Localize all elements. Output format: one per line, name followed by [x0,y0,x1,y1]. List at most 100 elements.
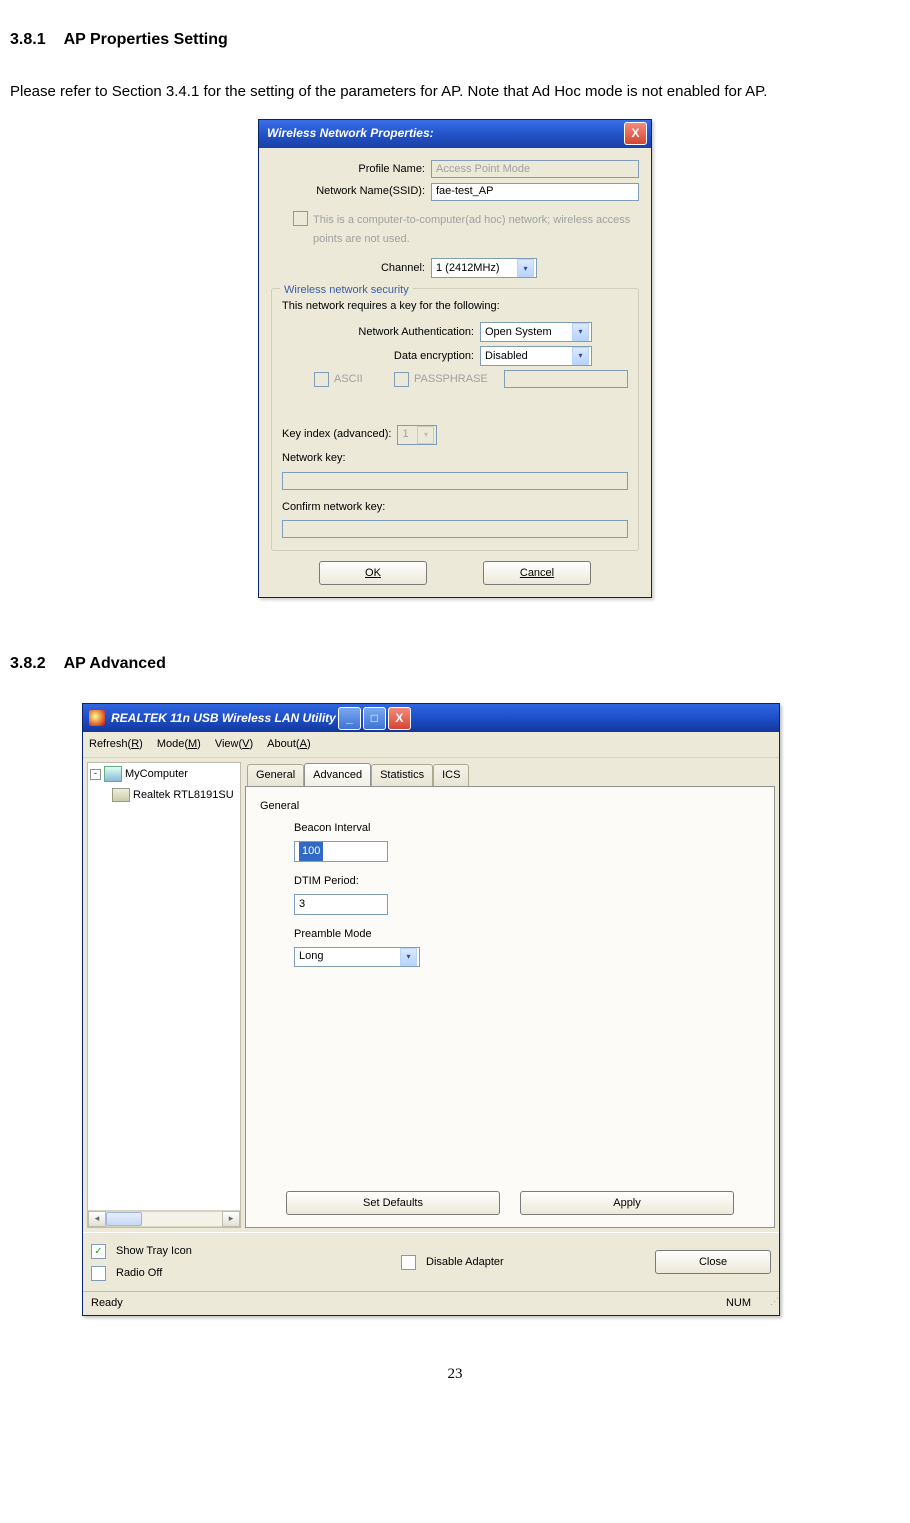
scroll-thumb[interactable] [106,1212,142,1226]
dialog-title: Wireless Network Properties: [267,123,434,143]
enc-select[interactable]: Disabled ▾ [480,346,592,366]
ssid-input[interactable]: fae-test_AP [431,183,639,201]
adhoc-checkbox [293,211,308,226]
tab-body-advanced: General Beacon Interval 100 DTIM Period:… [245,786,775,1228]
keyindex-select: 1 ▾ [397,425,437,445]
channel-label: Channel: [271,259,431,278]
tree-child-label: Realtek RTL8191SU [133,786,234,805]
confirm-input [282,520,628,538]
preamble-select[interactable]: Long ▾ [294,947,420,967]
enc-label: Data encryption: [282,347,480,366]
show-tray-checkbox[interactable]: ✓ [91,1244,106,1259]
resize-grip-icon[interactable]: ⋰ [759,1292,779,1315]
menu-mode[interactable]: Mode(M) [157,735,201,754]
netkey-input [282,472,628,490]
dialog-titlebar[interactable]: Wireless Network Properties: X [259,120,651,148]
security-intro: This network requires a key for the foll… [282,297,628,316]
status-num: NUM [718,1292,759,1315]
chevron-down-icon: ▾ [400,948,417,966]
keyindex-label: Key index (advanced): [282,425,391,444]
tab-advanced[interactable]: Advanced [304,763,371,787]
chevron-down-icon: ▾ [517,259,534,277]
passphrase-input [504,370,628,388]
chevron-down-icon: ▾ [417,426,434,444]
dtim-label: DTIM Period: [294,872,760,891]
auth-select[interactable]: Open System ▾ [480,322,592,342]
heading-title: AP Properties Setting [64,31,228,48]
horizontal-scrollbar[interactable]: ◂ ▸ [88,1210,240,1227]
disable-adapter-checkbox[interactable] [401,1255,416,1270]
chevron-down-icon: ▾ [572,323,589,341]
confirm-label: Confirm network key: [282,498,628,517]
preamble-label: Preamble Mode [294,925,760,944]
beacon-input[interactable]: 100 [294,841,388,862]
profile-name-label: Profile Name: [271,160,431,179]
menubar: Refresh(R) Mode(M) View(V) About(A) [83,732,779,758]
disable-adapter-label: Disable Adapter [426,1253,504,1272]
preamble-value: Long [299,947,323,966]
set-defaults-button[interactable]: Set Defaults [286,1191,500,1215]
statusbar: Ready NUM ⋰ [83,1291,779,1315]
heading-num-2: 3.8.2 [10,650,46,677]
tree-root[interactable]: - MyComputer [90,765,238,784]
page-number: 23 [10,1362,900,1388]
computer-icon [104,766,122,782]
minimize-icon[interactable]: _ [338,707,361,730]
group-general: General [260,797,760,816]
ok-button[interactable]: OK [319,561,427,585]
keyindex-value: 1 [402,425,408,444]
wireless-properties-dialog: Wireless Network Properties: X Profile N… [258,119,652,599]
heading-381: 3.8.1 AP Properties Setting [10,26,900,53]
passphrase-checkbox [394,372,409,387]
tree-collapse-icon[interactable]: - [90,769,101,780]
close-icon[interactable]: X [624,122,647,145]
dtim-value: 3 [299,895,305,914]
radio-off-checkbox[interactable] [91,1266,106,1281]
tree-child[interactable]: Realtek RTL8191SU [112,786,238,805]
heading-382: 3.8.2 AP Advanced [10,650,900,677]
beacon-value: 100 [299,842,323,861]
adhoc-text: This is a computer-to-computer(ad hoc) n… [313,211,639,248]
apply-button[interactable]: Apply [520,1191,734,1215]
maximize-icon[interactable]: □ [363,707,386,730]
ascii-checkbox [314,372,329,387]
enc-value: Disabled [485,347,528,366]
tree-pane: - MyComputer Realtek RTL8191SU ◂ ▸ [87,762,241,1228]
channel-select[interactable]: 1 (2412MHz) ▾ [431,258,537,278]
ascii-label: ASCII [334,370,394,389]
heading-title-2: AP Advanced [64,655,166,672]
tab-ics[interactable]: ICS [433,764,469,788]
tab-statistics[interactable]: Statistics [371,764,433,788]
netkey-label: Network key: [282,449,628,468]
app-icon [89,710,105,726]
auth-label: Network Authentication: [282,323,480,342]
heading-num: 3.8.1 [10,26,46,53]
scroll-left-icon[interactable]: ◂ [88,1211,106,1227]
chevron-down-icon: ▾ [572,347,589,365]
app-titlebar[interactable]: REALTEK 11n USB Wireless LAN Utility _ □… [83,704,779,732]
menu-view[interactable]: View(V) [215,735,253,754]
adapter-icon [112,788,130,802]
profile-name-field: Access Point Mode [431,160,639,178]
passphrase-label: PASSPHRASE [414,370,504,389]
menu-refresh[interactable]: Refresh(R) [89,735,143,754]
scroll-right-icon[interactable]: ▸ [222,1211,240,1227]
close-icon[interactable]: X [388,707,411,730]
radio-off-label: Radio Off [116,1264,162,1283]
paragraph-1: Please refer to Section 3.4.1 for the se… [10,79,900,105]
close-button[interactable]: Close [655,1250,771,1274]
security-legend: Wireless network security [280,281,413,300]
auth-value: Open System [485,323,552,342]
channel-value: 1 (2412MHz) [436,259,500,278]
footer-area: ✓ Show Tray Icon Radio Off Disable Adapt… [83,1232,779,1291]
tab-general[interactable]: General [247,764,304,788]
security-fieldset: Wireless network security This network r… [271,288,639,551]
status-ready: Ready [83,1292,718,1315]
tree-root-label: MyComputer [125,765,188,784]
show-tray-label: Show Tray Icon [116,1242,192,1261]
menu-about[interactable]: About(A) [267,735,310,754]
dtim-input[interactable]: 3 [294,894,388,915]
ssid-label: Network Name(SSID): [271,182,431,201]
app-title: REALTEK 11n USB Wireless LAN Utility [111,708,336,728]
cancel-button[interactable]: Cancel [483,561,591,585]
